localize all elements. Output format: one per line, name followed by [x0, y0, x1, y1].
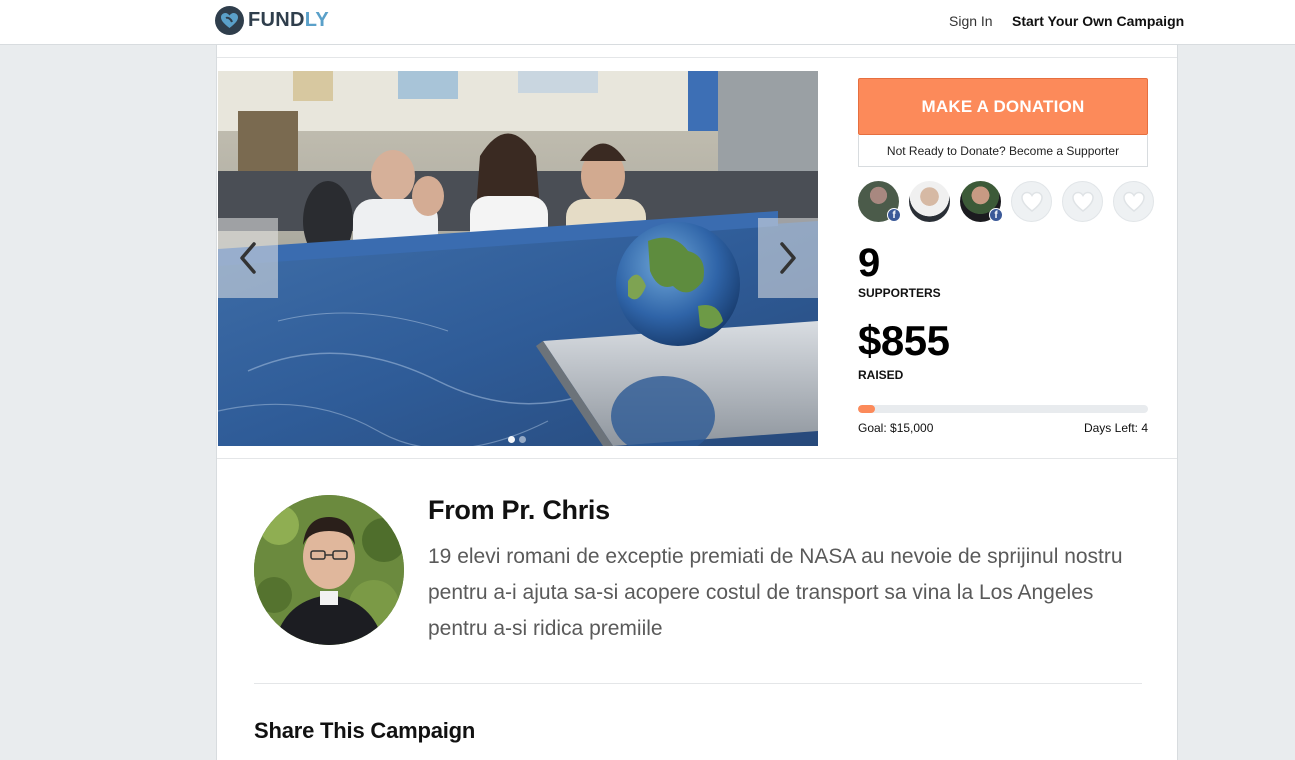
section-divider [254, 683, 1142, 684]
goal-text: Goal: $15,000 [858, 421, 934, 435]
chevron-right-icon [780, 242, 796, 274]
creator-avatar [254, 495, 404, 645]
supporter-avatar[interactable]: f [858, 181, 901, 222]
share-campaign-heading: Share This Campaign [254, 718, 476, 743]
funding-progress-bar [858, 405, 1148, 413]
make-donation-button[interactable]: MAKE A DONATION [858, 78, 1148, 135]
heart-placeholder-icon [1071, 191, 1094, 212]
raised-amount: $855 [858, 317, 950, 364]
creator-title: From Pr. Chris [428, 495, 610, 525]
empty-avatar-slot [1011, 181, 1052, 222]
become-supporter-button[interactable]: Not Ready to Donate? Become a Supporter [858, 135, 1148, 167]
top-navbar: FUNDLY Sign In Start Your Own Campaign [0, 0, 1295, 45]
facebook-icon: f [989, 208, 1003, 222]
wordmark-accent: LY [304, 8, 330, 31]
fundly-heart-icon [215, 5, 244, 35]
supporter-avatar[interactable]: f [960, 181, 1003, 222]
carousel-dot[interactable] [508, 436, 515, 443]
sign-in-link[interactable]: Sign In [949, 13, 993, 29]
supporters-count: 9 [858, 241, 880, 285]
facebook-icon: f [887, 208, 901, 222]
card-top-divider [217, 57, 1177, 58]
raised-label: RAISED [858, 368, 904, 382]
carousel-dot[interactable] [519, 436, 526, 443]
campaign-description: 19 elevi romani de exceptie premiati de … [428, 545, 1123, 640]
fundly-wordmark: FUNDLY [248, 9, 329, 32]
days-left-text: Days Left: 4 [1083, 421, 1148, 435]
wordmark-main: FUND [248, 8, 305, 31]
empty-avatar-slot [1062, 181, 1103, 222]
campaign-card: MAKE A DONATION Not Ready to Donate? Bec… [216, 45, 1178, 760]
carousel-prev-button[interactable] [218, 218, 278, 298]
supporter-avatar[interactable] [909, 181, 950, 222]
chevron-left-icon [240, 242, 256, 274]
start-campaign-link[interactable]: Start Your Own Campaign [1012, 13, 1184, 29]
supporter-avatars: f f [858, 181, 1154, 222]
carousel-next-button[interactable] [758, 218, 818, 298]
hero-image [218, 71, 818, 446]
heart-placeholder-icon [1122, 191, 1145, 212]
empty-avatar-slot [1113, 181, 1154, 222]
heart-placeholder-icon [1020, 191, 1043, 212]
supporters-label: SUPPORTERS [858, 286, 941, 300]
funding-progress-fill [858, 405, 875, 413]
hero-carousel[interactable] [218, 71, 818, 446]
carousel-dots [508, 436, 526, 443]
section-divider [217, 458, 1177, 459]
fundly-logo[interactable]: FUNDLY [215, 5, 329, 35]
